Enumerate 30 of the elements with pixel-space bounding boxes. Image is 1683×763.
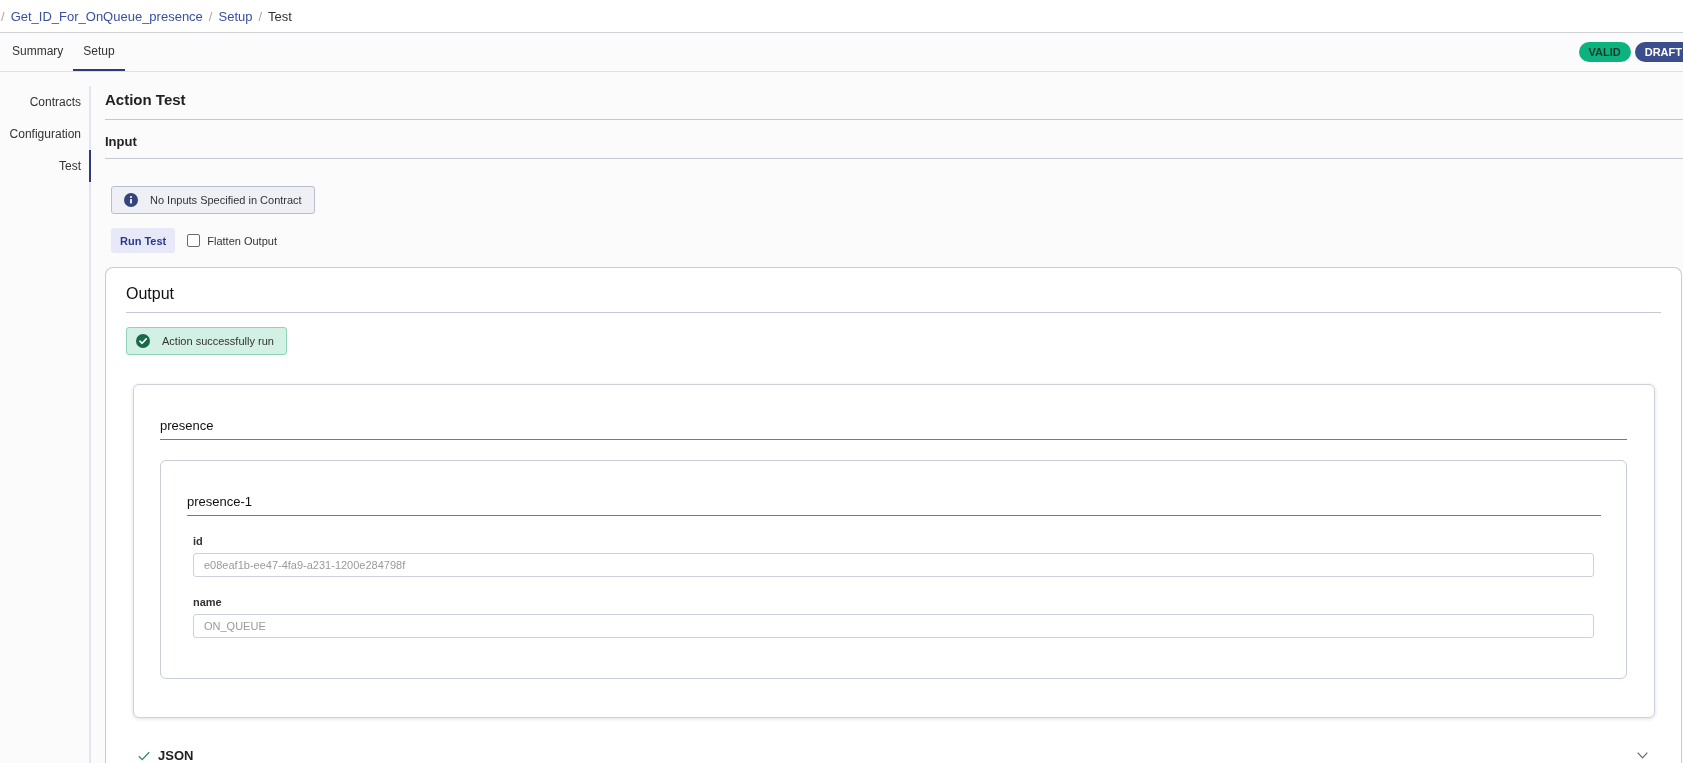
check-circle-icon — [136, 334, 150, 349]
run-test-button[interactable]: Run Test — [111, 228, 176, 253]
breadcrumb-separator: / — [1, 8, 5, 24]
tab[interactable]: Setup — [73, 33, 125, 71]
sidebar-item[interactable]: Configuration — [0, 118, 91, 150]
section-heading: Output — [126, 268, 1661, 314]
checkbox-label[interactable]: Flatten Output — [207, 234, 277, 247]
checkbox[interactable] — [187, 234, 201, 247]
accordion-label[interactable]: JSON — [158, 748, 194, 763]
success-text: Action successfully run — [162, 335, 274, 348]
chevron-down-icon[interactable] — [1637, 752, 1648, 759]
card-title: presence-1 — [187, 461, 1601, 516]
tab[interactable]: Summary — [2, 33, 74, 71]
status-badge: VALID — [1578, 42, 1631, 62]
breadcrumb-link[interactable]: Setup — [218, 8, 253, 24]
sidebar-item[interactable]: Contracts — [0, 86, 91, 118]
field-label: id — [193, 534, 204, 548]
section-heading: Input — [105, 120, 1683, 159]
status-badge: DRAFT — [1634, 42, 1683, 62]
breadcrumb-separator: / — [258, 8, 263, 24]
sidebar-item[interactable]: Test — [0, 150, 91, 182]
page-title: Action Test — [105, 86, 1683, 120]
field-label: name — [193, 595, 223, 609]
breadcrumb-separator: / — [208, 8, 213, 24]
info-icon — [124, 193, 138, 207]
breadcrumb-current: Test — [268, 8, 292, 24]
card-title: presence — [160, 385, 1627, 440]
breadcrumb-link[interactable]: Get_ID_For_OnQueue_presence — [10, 8, 203, 24]
notice-text: No Inputs Specified in Contract — [150, 194, 302, 206]
check-icon — [138, 750, 150, 761]
